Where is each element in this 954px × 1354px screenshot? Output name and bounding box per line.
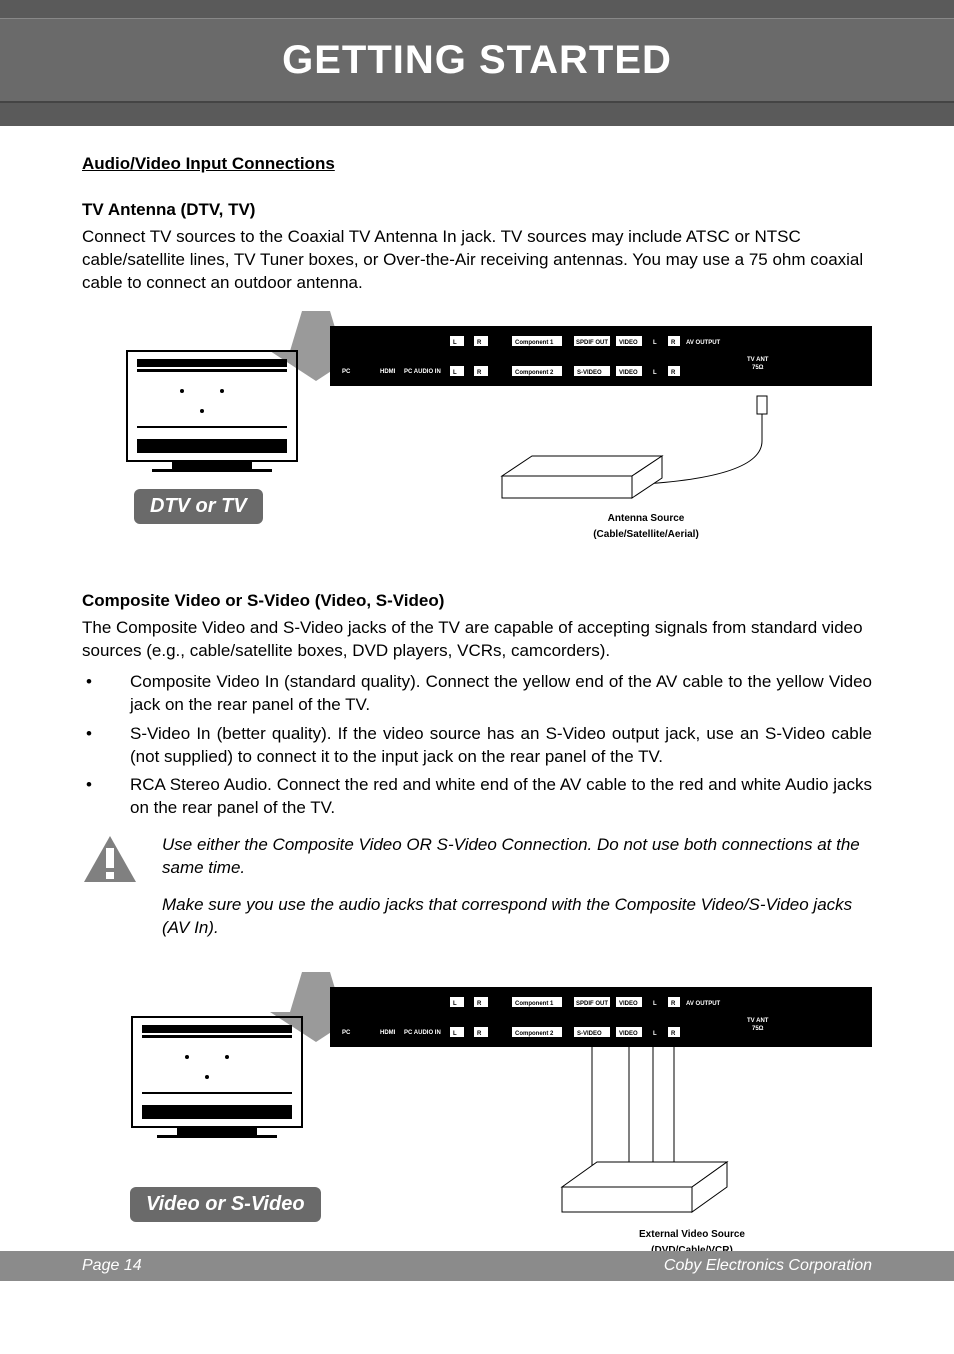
page-title: GETTING STARTED — [282, 38, 672, 83]
composite-bullets: Composite Video In (standard quality). C… — [82, 671, 872, 821]
tv-icon — [132, 1017, 302, 1138]
svg-text:VIDEO: VIDEO — [619, 1001, 638, 1007]
svg-text:75Ω: 75Ω — [752, 1026, 764, 1032]
svg-text:L: L — [653, 1031, 657, 1037]
svg-text:SPDIF OUT: SPDIF OUT — [576, 1001, 608, 1007]
diagram2-pill: Video or S-Video — [130, 1187, 321, 1222]
footer: Page 14 Coby Electronics Corporation — [0, 1251, 954, 1281]
svg-text:VIDEO: VIDEO — [619, 1031, 638, 1037]
diagram-composite: PC HDMI PC AUDIO IN L R Component 1 L R … — [82, 972, 872, 1272]
warning-icon — [82, 834, 138, 954]
diagram2-pill-wrap: Video or S-Video — [130, 1187, 321, 1222]
port-pcaudio: PC AUDIO IN — [404, 369, 441, 375]
tv-antenna-body: Connect TV sources to the Coaxial TV Ant… — [82, 226, 872, 295]
svg-text:R: R — [477, 340, 482, 346]
svg-text:R: R — [477, 1031, 482, 1037]
header-band: GETTING STARTED — [0, 0, 954, 126]
svg-text:VIDEO: VIDEO — [619, 370, 638, 376]
list-item: S-Video In (better quality). If the vide… — [82, 723, 872, 769]
svg-text:TV ANT: TV ANT — [747, 1018, 769, 1024]
source-box-icon — [562, 1162, 727, 1212]
svg-text:L: L — [653, 340, 657, 346]
port-avout: AV OUTPUT — [686, 340, 721, 346]
svg-text:L: L — [653, 370, 657, 376]
warning-p1: Use either the Composite Video OR S-Vide… — [162, 834, 872, 880]
rear-panel — [330, 326, 872, 386]
diagram2-caption1: External Video Source — [639, 1229, 745, 1240]
port-hdmi: HDMI — [380, 369, 396, 375]
svg-text:SPDIF OUT: SPDIF OUT — [576, 340, 608, 346]
warning-block: Use either the Composite Video OR S-Vide… — [82, 834, 872, 954]
svg-text:L: L — [453, 370, 457, 376]
svg-text:Component 1: Component 1 — [515, 1001, 554, 1007]
warning-text: Use either the Composite Video OR S-Vide… — [162, 834, 872, 954]
composite-body: The Composite Video and S-Video jacks of… — [82, 617, 872, 663]
tv-antenna-heading: TV Antenna (DTV, TV) — [82, 200, 872, 220]
footer-company: Coby Electronics Corporation — [664, 1257, 872, 1275]
footer-page: Page 14 — [82, 1257, 142, 1275]
composite-heading: Composite Video or S-Video (Video, S-Vid… — [82, 591, 872, 611]
svg-text:S-VIDEO: S-VIDEO — [577, 1031, 602, 1037]
svg-text:Component 2: Component 2 — [515, 1031, 554, 1037]
svg-text:L: L — [453, 340, 457, 346]
tv-icon — [127, 351, 297, 472]
list-item: RCA Stereo Audio. Connect the red and wh… — [82, 774, 872, 820]
svg-text:R: R — [671, 1001, 676, 1007]
svg-text:L: L — [453, 1001, 457, 1007]
svg-text:R: R — [477, 370, 482, 376]
list-item: Composite Video In (standard quality). C… — [82, 671, 872, 717]
svg-text:PC AUDIO IN: PC AUDIO IN — [404, 1030, 441, 1036]
svg-text:Component 2: Component 2 — [515, 370, 554, 376]
diagram1-caption1: Antenna Source — [608, 513, 685, 524]
svg-text:PC: PC — [342, 1030, 351, 1036]
svg-text:R: R — [671, 370, 676, 376]
svg-text:R: R — [477, 1001, 482, 1007]
svg-text:Component 1: Component 1 — [515, 340, 554, 346]
port-tvant: TV ANT — [747, 357, 769, 363]
port-pc: PC — [342, 369, 351, 375]
source-box-icon — [502, 456, 662, 498]
svg-text:R: R — [671, 340, 676, 346]
svg-text:L: L — [653, 1001, 657, 1007]
diagram1-pill: DTV or TV — [134, 489, 263, 524]
svg-text:L: L — [453, 1031, 457, 1037]
port-ohm: 75Ω — [752, 365, 764, 371]
diagram1-pill-wrap: DTV or TV — [134, 489, 263, 524]
diagram-tv-antenna: PC HDMI PC AUDIO IN L R Component 1 L R … — [82, 311, 872, 551]
svg-text:S-VIDEO: S-VIDEO — [577, 370, 602, 376]
rear-panel — [330, 987, 872, 1047]
svg-text:VIDEO: VIDEO — [619, 340, 638, 346]
warning-p2: Make sure you use the audio jacks that c… — [162, 894, 872, 940]
svg-text:AV OUTPUT: AV OUTPUT — [686, 1001, 721, 1007]
svg-text:R: R — [671, 1031, 676, 1037]
coax-plug-icon — [757, 396, 767, 414]
header-inner: GETTING STARTED — [0, 18, 954, 103]
page-content: Audio/Video Input Connections TV Antenna… — [0, 126, 954, 1272]
diagram1-caption2: (Cable/Satellite/Aerial) — [593, 529, 699, 540]
section-heading: Audio/Video Input Connections — [82, 154, 872, 174]
svg-text:HDMI: HDMI — [380, 1030, 396, 1036]
